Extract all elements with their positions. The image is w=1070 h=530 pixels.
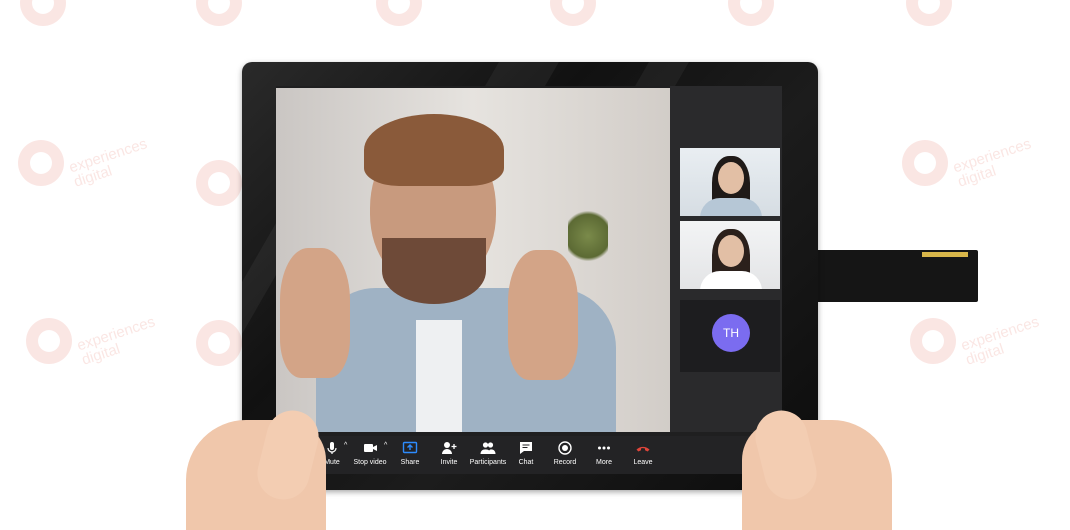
watermark-logo xyxy=(196,0,242,26)
more-label: More xyxy=(596,459,612,466)
main-speaker-video[interactable] xyxy=(276,88,670,432)
speaker-hair xyxy=(364,114,504,186)
invite-label: Invite xyxy=(440,459,458,466)
mute-label: Mute xyxy=(324,459,340,466)
participant-tile-1[interactable] xyxy=(680,148,780,216)
participant-sidebar: TH xyxy=(670,86,782,432)
watermark-logo xyxy=(196,160,242,206)
watermark: experiences digital xyxy=(26,313,159,369)
watermark-logo xyxy=(728,0,774,26)
participants-icon xyxy=(480,440,496,456)
participant-tile-3[interactable]: TH xyxy=(680,300,780,372)
participant-tile-2[interactable] xyxy=(680,221,780,289)
video-camera-icon xyxy=(362,440,378,456)
video-call-screen: TH ^ Mute ^ Stop video Share Invite Part… xyxy=(276,86,782,474)
hang-up-icon xyxy=(635,440,651,456)
record-icon xyxy=(557,440,573,456)
watermark-logo xyxy=(196,320,242,366)
speaker-beard xyxy=(382,238,486,304)
tablet-device: TH ^ Mute ^ Stop video Share Invite Part… xyxy=(242,62,818,490)
speaker-tee xyxy=(416,320,462,432)
watermark-logo xyxy=(906,0,952,26)
avatar: TH xyxy=(712,314,750,352)
microphone-icon xyxy=(324,440,340,456)
cable-connector xyxy=(922,252,968,257)
ribbon-cable xyxy=(814,250,978,302)
speaker-left-hand xyxy=(280,248,350,378)
share-screen-icon xyxy=(402,440,418,456)
record-label: Record xyxy=(553,459,577,466)
add-user-icon xyxy=(441,440,457,456)
share-label: Share xyxy=(400,459,420,466)
speaker-right-hand xyxy=(508,250,578,380)
chat-label: Chat xyxy=(518,459,534,466)
watermark: experiences digital xyxy=(910,313,1043,369)
watermark-logo xyxy=(376,0,422,26)
leave-button[interactable]: Leave xyxy=(613,440,673,472)
leave-label: Leave xyxy=(633,459,653,466)
watermark: experiences digital xyxy=(902,135,1035,191)
watermark: experiences digital xyxy=(18,135,151,191)
meeting-toolbar: ^ Mute ^ Stop video Share Invite Partici… xyxy=(276,436,782,474)
background-plant xyxy=(568,206,608,266)
more-dots-icon xyxy=(596,440,612,456)
watermark-logo xyxy=(20,0,66,26)
watermark-logo xyxy=(550,0,596,26)
chat-bubble-icon xyxy=(518,440,534,456)
